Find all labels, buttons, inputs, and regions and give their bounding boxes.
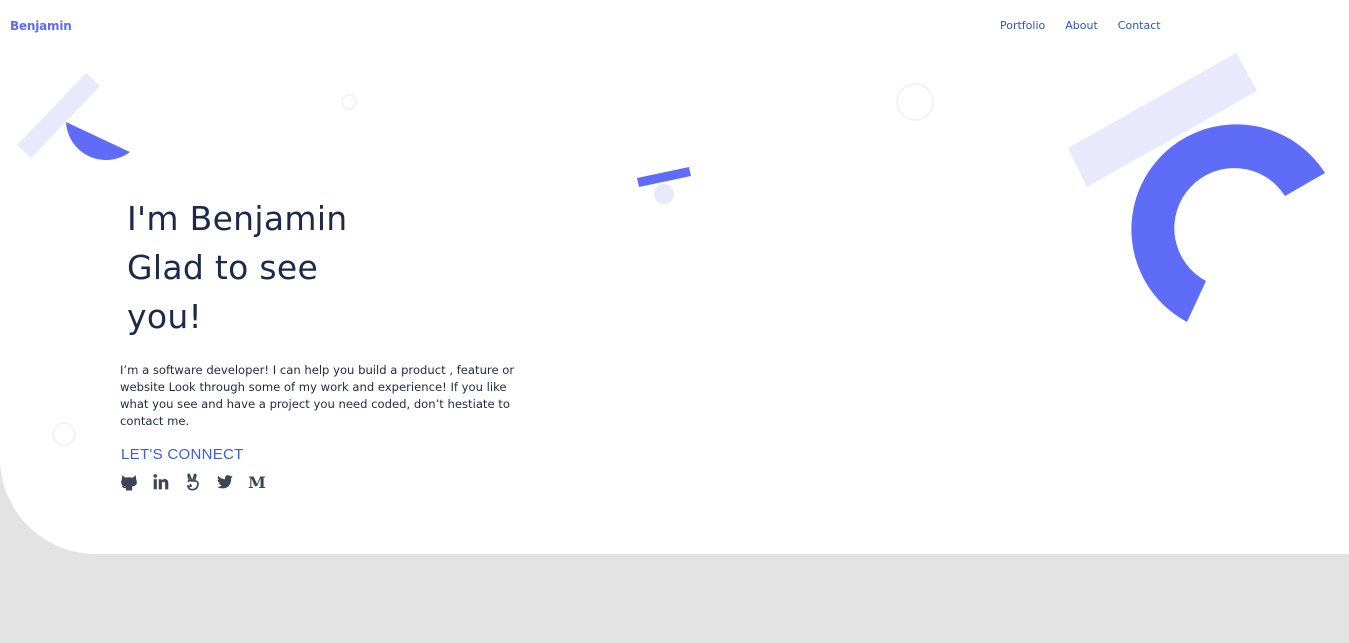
linkedin-icon[interactable] (152, 473, 170, 491)
deco-light-bar-left (17, 73, 100, 158)
hero-heading: I'm Benjamin Glad to see you! (127, 194, 348, 341)
twitter-icon[interactable] (216, 473, 234, 491)
deco-arc-right (1131, 124, 1325, 322)
medium-icon[interactable]: M (248, 472, 266, 492)
hero-intro: I’m a software developer! I can help you… (120, 363, 515, 428)
nav-contact-link[interactable]: Contact (1118, 19, 1161, 32)
social-links: M (120, 472, 266, 492)
site-logo[interactable]: Benjamin (10, 19, 72, 33)
deco-dot-center (654, 184, 674, 204)
medium-glyph: M (248, 472, 266, 492)
hero-heading-line: you! (127, 297, 203, 336)
deco-ring-left (52, 422, 76, 446)
hero-heading-line: I'm Benjamin (127, 199, 348, 238)
main-nav: Portfolio About Contact (1000, 19, 1161, 32)
github-icon[interactable] (120, 473, 138, 491)
deco-ring-small (341, 94, 357, 110)
angellist-icon[interactable] (184, 473, 202, 491)
nav-about-link[interactable]: About (1065, 19, 1098, 32)
hero-heading-line: Glad to see (127, 248, 319, 287)
nav-portfolio-link[interactable]: Portfolio (1000, 19, 1045, 32)
deco-ring-medium (896, 83, 934, 121)
lets-connect-link[interactable]: LET'S CONNECT (121, 446, 244, 463)
deco-bar-center (637, 167, 691, 187)
deco-half-disc (66, 122, 130, 161)
hero-section: Benjamin Portfolio About Contact I'm Ben… (0, 0, 1349, 554)
deco-light-bar-right (1068, 53, 1257, 187)
